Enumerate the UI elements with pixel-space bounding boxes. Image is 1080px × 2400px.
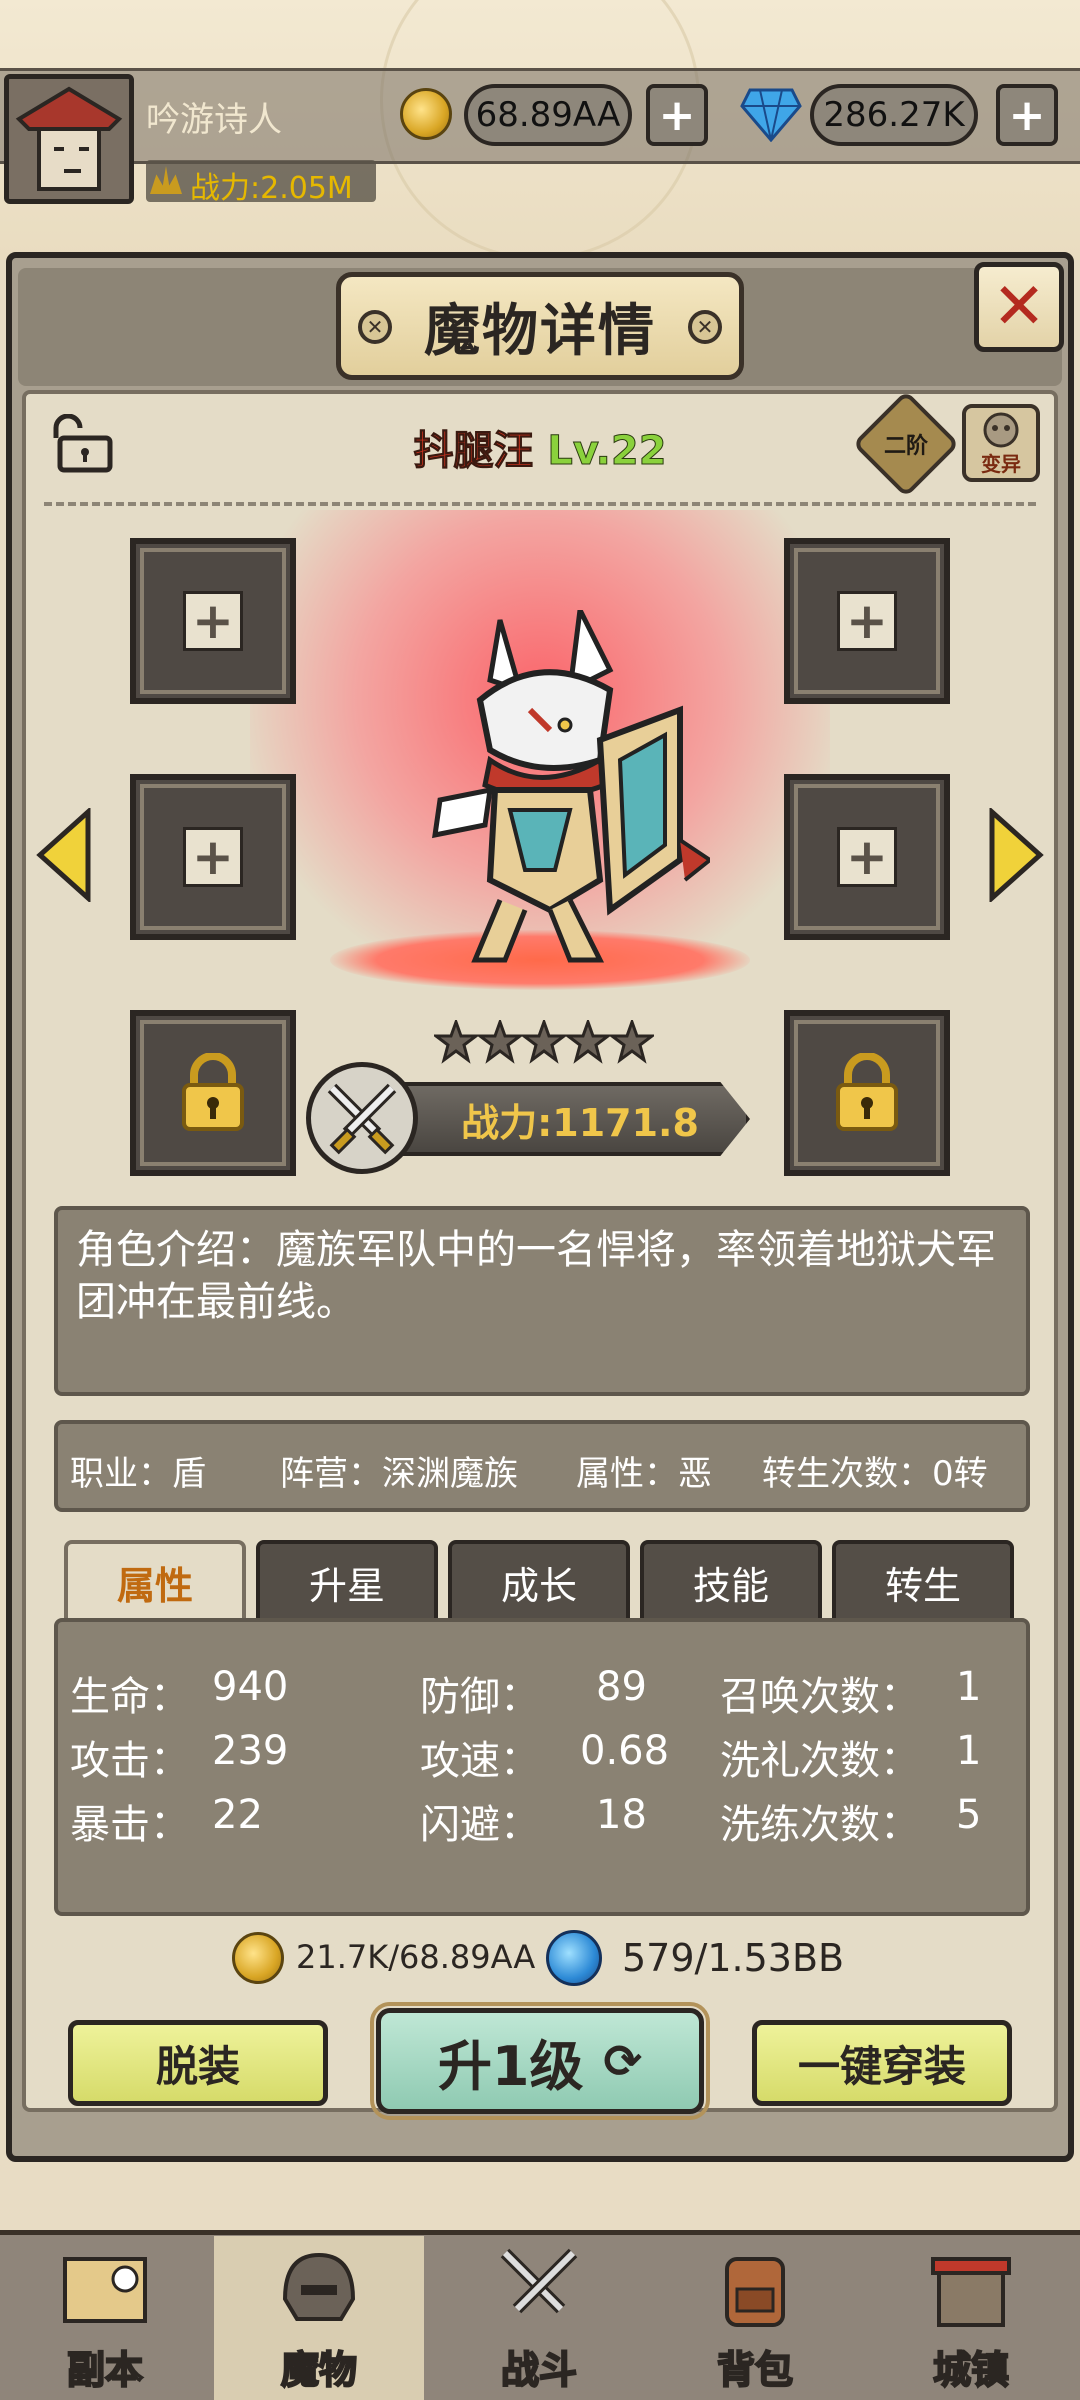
monster-description: 角色介绍：魔族军队中的一名悍将，率领着地狱犬军团冲在最前线。 xyxy=(54,1206,1030,1396)
player-avatar[interactable] xyxy=(4,74,134,204)
stat-value: 1 xyxy=(956,1728,982,1774)
nav-monsters[interactable]: 魔物 xyxy=(214,2236,424,2400)
add-icon: + xyxy=(183,591,243,651)
monster-power-bar: 战力:1171.8 xyxy=(380,1082,750,1156)
stat-label: 防御： xyxy=(420,1674,540,1720)
tier-label: 二阶 xyxy=(883,434,928,459)
add-icon: + xyxy=(837,591,897,651)
add-gold-button[interactable]: + xyxy=(646,84,708,146)
nav-battle[interactable]: 战斗 xyxy=(434,2236,644,2400)
divider xyxy=(44,502,1036,506)
star-rating xyxy=(431,1017,657,1068)
nav-dungeon[interactable]: 副本 xyxy=(0,2236,210,2400)
stat-label: 洗练次数： xyxy=(720,1802,920,1848)
nav-label: 战斗 xyxy=(500,2347,578,2393)
star-icon xyxy=(563,1017,613,1064)
equip-slot-3[interactable]: + xyxy=(130,774,296,940)
add-icon: + xyxy=(183,827,243,887)
monster-power: 战力:1171.8 xyxy=(461,1100,699,1145)
gold-coin-icon xyxy=(232,1932,284,1984)
stat-value: 5 xyxy=(956,1792,982,1838)
soul-orb-icon xyxy=(546,1930,602,1986)
map-icon xyxy=(63,2257,147,2323)
nav-label: 魔物 xyxy=(280,2347,358,2393)
backpack-icon xyxy=(725,2257,785,2327)
monster-portrait[interactable] xyxy=(380,601,714,970)
nav-label: 副本 xyxy=(66,2347,144,2393)
stat-value: 239 xyxy=(212,1728,289,1774)
stat-value: 0.68 xyxy=(580,1728,670,1774)
add-icon: + xyxy=(837,827,897,887)
stat-value: 22 xyxy=(212,1792,263,1838)
helmet-icon xyxy=(282,2252,356,2321)
faction-info: 阵营：深渊魔族 xyxy=(280,1454,518,1494)
prev-monster-arrow-icon[interactable] xyxy=(36,806,92,904)
tab-attributes[interactable]: 属性 xyxy=(64,1540,246,1620)
tab-rebirth[interactable]: 转生 xyxy=(832,1540,1014,1620)
panel-title-plate: 魔物详情 xyxy=(336,272,744,380)
star-icon xyxy=(519,1017,569,1064)
stat-label: 生命： xyxy=(70,1674,190,1720)
upgrade-label: 升1级 xyxy=(437,2034,584,2098)
close-button[interactable]: ✕ xyxy=(974,262,1064,352)
equip-all-button[interactable]: 一键穿装 xyxy=(752,2020,1012,2106)
nav-label: 城镇 xyxy=(932,2347,1010,2393)
diamond-amount: 286.27K xyxy=(810,84,978,146)
crossed-swords-icon xyxy=(500,2248,578,2314)
stat-value: 1 xyxy=(956,1664,982,1710)
lock-icon xyxy=(182,1053,244,1131)
add-diamond-button[interactable]: + xyxy=(996,84,1058,146)
stat-value: 89 xyxy=(596,1664,647,1710)
refresh-icon: ⟳ xyxy=(603,2034,643,2088)
panel-title: 魔物详情 xyxy=(424,298,656,364)
upgrade-button[interactable]: 升1级 ⟳ xyxy=(370,2002,710,2120)
title-rivet-icon: ✕ xyxy=(358,310,392,344)
equip-slot-5-locked[interactable] xyxy=(130,1010,296,1176)
equip-slot-6-locked[interactable] xyxy=(784,1010,950,1176)
tab-growth[interactable]: 成长 xyxy=(448,1540,630,1620)
stat-label: 攻速： xyxy=(420,1738,540,1784)
rebirth-info: 转生次数：0转 xyxy=(762,1454,988,1494)
stat-value: 18 xyxy=(596,1792,647,1838)
tab-skills[interactable]: 技能 xyxy=(640,1540,822,1620)
title-rivet-icon: ✕ xyxy=(688,310,722,344)
star-icon xyxy=(431,1017,481,1064)
player-power: 战力:2.05M xyxy=(190,171,353,206)
stat-label: 洗礼次数： xyxy=(720,1738,920,1784)
player-name: 吟游诗人 xyxy=(146,100,282,140)
star-icon xyxy=(475,1017,525,1064)
mutate-label: 变异 xyxy=(981,452,1021,476)
shop-icon xyxy=(931,2257,1011,2327)
nav-town[interactable]: 城镇 xyxy=(866,2236,1076,2400)
stat-label: 暴击： xyxy=(70,1802,190,1848)
stat-value: 940 xyxy=(212,1664,289,1710)
monster-name: 抖腿汪 xyxy=(413,428,534,475)
unequip-button[interactable]: 脱装 xyxy=(68,2020,328,2106)
equip-slot-4[interactable]: + xyxy=(784,774,950,940)
attribute-info: 属性：恶 xyxy=(576,1454,712,1494)
lock-icon xyxy=(836,1053,898,1131)
diamond-icon xyxy=(740,88,802,143)
next-monster-arrow-icon[interactable] xyxy=(988,806,1044,904)
equip-slot-2[interactable]: + xyxy=(784,538,950,704)
stat-label: 攻击： xyxy=(70,1738,190,1784)
job-info: 职业：盾 xyxy=(70,1454,206,1494)
tab-star-up[interactable]: 升星 xyxy=(256,1540,438,1620)
stat-label: 闪避： xyxy=(420,1802,540,1848)
nav-backpack[interactable]: 背包 xyxy=(650,2236,860,2400)
orb-cost: 579/1.53BB xyxy=(622,1936,845,1980)
star-icon xyxy=(607,1017,657,1064)
equip-slot-1[interactable]: + xyxy=(130,538,296,704)
gold-coin-icon xyxy=(400,88,452,140)
gold-amount: 68.89AA xyxy=(464,84,632,146)
gold-cost: 21.7K/68.89AA xyxy=(296,1938,536,1976)
monster-level: Lv.22 xyxy=(547,428,667,475)
nav-label: 背包 xyxy=(716,2347,794,2393)
stat-label: 召唤次数： xyxy=(720,1674,920,1720)
crossed-swords-icon xyxy=(306,1062,418,1174)
